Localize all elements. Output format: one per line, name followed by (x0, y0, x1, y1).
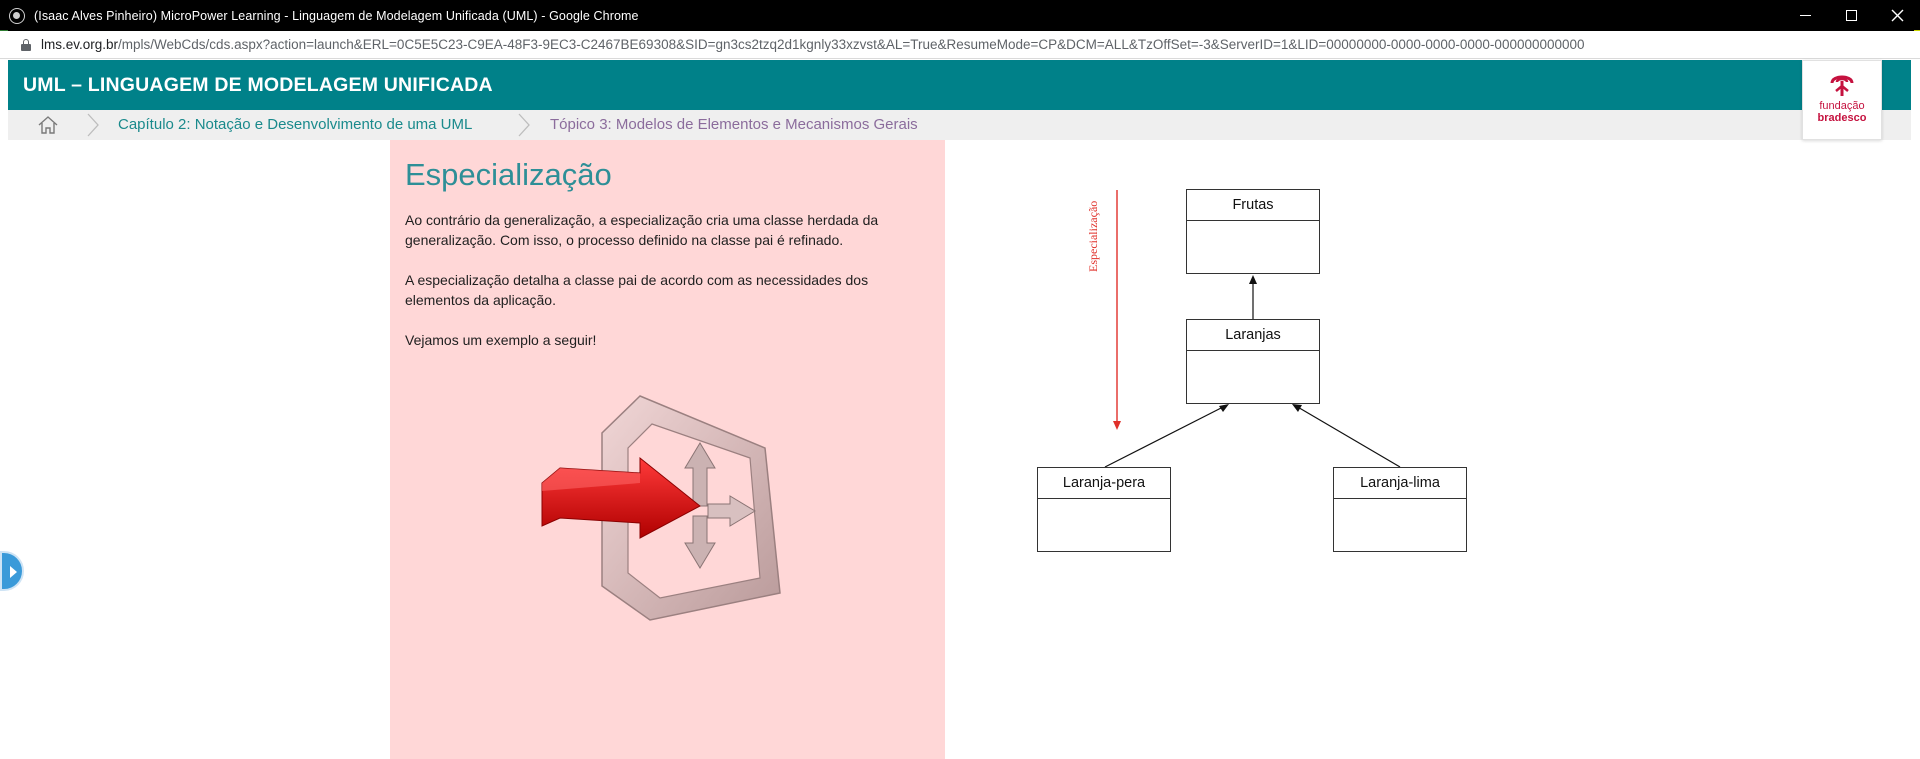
url-host: lms.ev.org.br (41, 37, 119, 52)
maximize-button[interactable] (1828, 0, 1874, 31)
chevron-right-icon (87, 113, 99, 137)
class-name: Laranjas (1187, 320, 1319, 351)
inheritance-arrowhead (1249, 275, 1257, 284)
breadcrumb-chapter-link[interactable]: Capítulo 2: Notação e Desenvolvimento de… (118, 116, 472, 133)
inheritance-line-laranja-lima (1295, 405, 1401, 468)
content-text-panel: Especialização Ao contrário da generaliz… (390, 140, 945, 759)
paragraph-1: Ao contrário da generalização, a especia… (405, 212, 879, 248)
title-bar: (Isaac Alves Pinheiro) MicroPower Learni… (0, 0, 1920, 31)
page-title: Especialização (405, 157, 612, 192)
inheritance-arrowhead (1292, 404, 1302, 412)
lock-icon (21, 38, 31, 51)
class-name: Frutas (1187, 190, 1319, 221)
chevron-right-icon (518, 113, 530, 137)
uml-class-laranjas: Laranjas (1186, 319, 1320, 404)
breadcrumb: Capítulo 2: Notação e Desenvolvimento de… (8, 110, 1911, 140)
inheritance-line-laranja-pera (1104, 405, 1226, 468)
logo-text-bradesco: bradesco (1817, 112, 1867, 124)
uml-class-laranja-lima: Laranja-lima (1333, 467, 1467, 552)
uml-class-frutas: Frutas (1186, 189, 1320, 274)
specialization-label: Especialização (1086, 200, 1100, 272)
window-title: (Isaac Alves Pinheiro) MicroPower Learni… (34, 8, 639, 23)
close-button[interactable] (1874, 0, 1920, 31)
course-title: UML – LINGUAGEM DE MODELAGEM UNIFICADA (23, 74, 493, 96)
inheritance-arrowhead (1219, 404, 1229, 412)
paragraph-2: A especialização detalha a classe pai de… (405, 272, 869, 308)
uml-class-laranja-pera: Laranja-pera (1037, 467, 1171, 552)
url-path: /mpls/WebCds/cds.aspx?action=launch&ERL=… (118, 37, 1585, 52)
maximize-icon (1845, 10, 1857, 21)
specialization-arrow-illustration (541, 395, 781, 621)
bradesco-tree-icon (1830, 75, 1854, 96)
logo-text-fundacao: fundação (1819, 100, 1865, 112)
address-bar[interactable]: lms.ev.org.br/mpls/WebCds/cds.aspx?actio… (0, 31, 1920, 59)
fundacao-bradesco-logo: fundação bradesco (1802, 60, 1882, 140)
class-name: Laranja-pera (1038, 468, 1170, 499)
home-icon[interactable] (37, 116, 59, 134)
page-favicon-icon (9, 7, 25, 24)
specialization-arrow-head (1113, 421, 1121, 430)
minimize-icon (1799, 14, 1811, 17)
app-header: UML – LINGUAGEM DE MODELAGEM UNIFICADA (8, 60, 1911, 110)
url-text[interactable]: lms.ev.org.br/mpls/WebCds/cds.aspx?actio… (41, 37, 1585, 52)
paragraph-3: Vejamos um exemplo a seguir! (405, 332, 597, 348)
breadcrumb-topic-link[interactable]: Tópico 3: Modelos de Elementos e Mecanis… (550, 116, 918, 133)
side-panel-toggle-button[interactable] (0, 551, 24, 591)
class-name: Laranja-lima (1334, 468, 1466, 499)
minimize-button[interactable] (1782, 0, 1828, 31)
browser-window: (Isaac Alves Pinheiro) MicroPower Learni… (0, 0, 1920, 759)
close-icon (1891, 9, 1903, 22)
